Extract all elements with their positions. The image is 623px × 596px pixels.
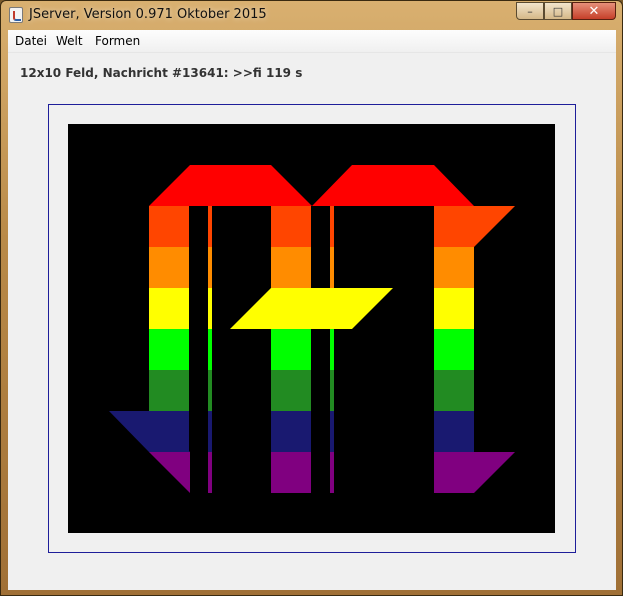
close-button[interactable]: ✕ [572,2,616,20]
client-area: Datei Welt Formen 12x10 Feld, Nachricht … [8,30,616,590]
glyph-column-foot [271,452,311,493]
glyph-right-foot [434,452,474,493]
glyph-column-base [271,411,311,452]
glyph-column-middle [271,329,311,370]
close-icon: ✕ [588,3,600,19]
maximize-button[interactable]: □ [544,2,572,20]
window-title: JServer, Version 0.971 Oktober 2015 [29,7,267,22]
letter-art [109,165,515,493]
application-window: JServer, Version 0.971 Oktober 2015 – □ … [0,0,623,596]
stripe-purple [109,452,515,493]
menu-formen[interactable]: Formen [95,34,140,48]
stripe-lime [109,329,515,370]
board-canvas[interactable] [68,124,555,533]
minimize-button[interactable]: – [516,2,544,20]
java-app-icon[interactable] [9,7,23,23]
status-message: 12x10 Feld, Nachricht #13641: >>fi 119 s [20,66,303,80]
minimize-icon: – [527,4,533,18]
title-bar[interactable]: JServer, Version 0.971 Oktober 2015 – □ … [1,1,622,29]
stripe-navy [109,411,515,452]
stripe-orange [109,247,515,288]
menu-welt[interactable]: Welt [56,34,83,48]
stripe-orange-red [109,206,515,247]
maximize-icon: □ [552,4,564,18]
stripe-forest-green [109,370,515,411]
menu-bar: Datei Welt Formen [8,30,616,53]
glyph-column-lower [271,370,311,411]
glyph-right-base [434,411,474,452]
menu-datei[interactable]: Datei [15,34,47,48]
glyph-crossbar [230,288,393,329]
stripe-red [109,165,515,206]
window-controls: – □ ✕ [516,2,616,21]
